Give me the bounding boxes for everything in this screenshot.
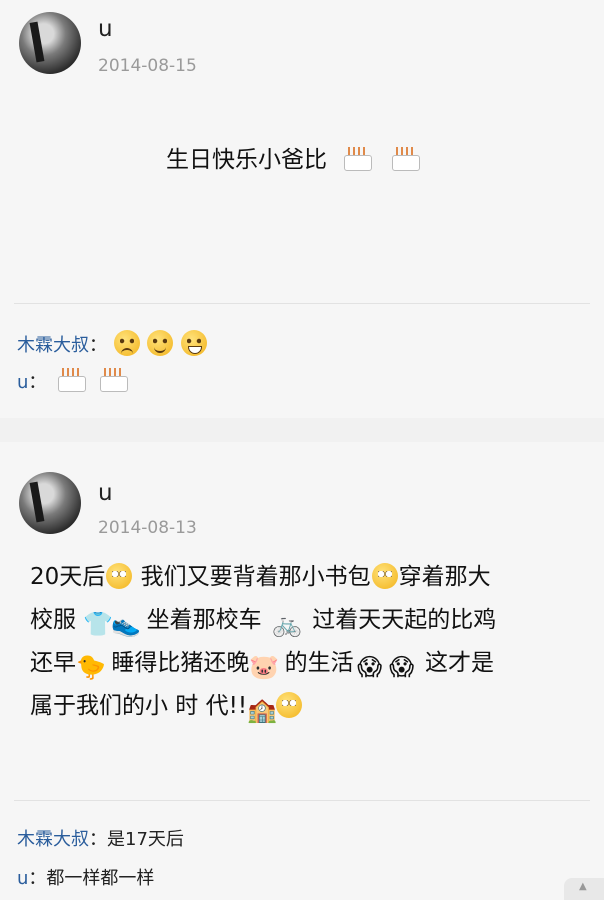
post-text: 的生活 xyxy=(284,650,354,676)
shirt-icon: 👕 xyxy=(83,610,114,638)
scream-face-icon: 😱 xyxy=(389,653,415,681)
comment-separator: ： xyxy=(89,335,107,356)
comment-row[interactable]: 木霖大叔： xyxy=(17,330,208,359)
comment-row[interactable]: u：都一样都一样 xyxy=(17,866,154,892)
commenter-name[interactable]: 木霖大叔 xyxy=(17,829,89,850)
post-content: 20天后 我们又要背着那小书包 穿着那大 校服 👕👟 坐着那校车 🚲 过着天天起的… xyxy=(30,556,590,728)
avatar[interactable] xyxy=(19,472,81,534)
comment-separator: ： xyxy=(28,868,47,889)
commenter-name[interactable]: 木霖大叔 xyxy=(17,335,89,356)
cake-icon xyxy=(342,145,373,173)
building-icon: 🏫 xyxy=(247,696,277,724)
comment-separator: ： xyxy=(89,829,107,850)
commenter-name[interactable]: u xyxy=(17,868,28,889)
scroll-to-top-button[interactable] xyxy=(564,878,604,900)
bicycle-icon: 🚲 xyxy=(271,610,302,638)
post-text: 20天后 xyxy=(30,564,106,590)
post-text: 坐着那校车 xyxy=(146,607,262,633)
post-date: 2014-08-15 xyxy=(98,56,197,76)
cake-icon xyxy=(390,145,420,173)
commenter-name[interactable]: u xyxy=(17,372,28,393)
grinning-face-icon xyxy=(181,330,208,356)
pig-icon: 🐷 xyxy=(249,653,280,681)
username[interactable]: u xyxy=(98,480,113,506)
post-text: 还早 xyxy=(30,650,76,676)
scream-face-icon: 😱 xyxy=(357,653,383,681)
post-text: 这才是 xyxy=(424,650,494,676)
username[interactable]: u xyxy=(98,16,113,42)
smiling-face-icon xyxy=(147,330,174,356)
avatar[interactable] xyxy=(19,12,81,74)
comment-separator: ： xyxy=(28,372,47,393)
comment-row[interactable]: u： xyxy=(17,366,128,396)
post-date: 2014-08-13 xyxy=(98,518,197,538)
post-text: 生日快乐小爸比 xyxy=(166,147,327,173)
post-card[interactable]: u 2014-08-15 生日快乐小爸比 木霖大叔： u： xyxy=(0,0,604,418)
divider xyxy=(14,303,590,304)
comment-text: 是17天后 xyxy=(107,829,184,850)
post-text: 过着天天起的比鸡 xyxy=(312,607,497,633)
cake-icon xyxy=(98,366,128,394)
comment-text: 都一样都一样 xyxy=(46,868,155,889)
flushed-face-icon xyxy=(276,692,303,718)
flushed-face-icon xyxy=(371,563,398,589)
post-content: 生日快乐小爸比 xyxy=(166,139,420,182)
crying-face-icon xyxy=(113,330,140,356)
post-text: 睡得比猪还晚 xyxy=(111,650,250,676)
post-text: 我们又要背着那小书包 xyxy=(140,564,371,590)
post-card[interactable]: u 2014-08-13 20天后 我们又要背着那小书包 穿着那大 校服 👕👟 坐… xyxy=(0,442,604,900)
chick-icon: 🐤 xyxy=(76,653,106,681)
post-text: 穿着那大 xyxy=(398,564,491,590)
post-text: 属于我们的小 时 代!! xyxy=(30,693,248,719)
sneaker-icon: 👟 xyxy=(111,610,142,638)
cake-icon xyxy=(56,366,87,394)
divider xyxy=(14,800,590,801)
comment-row[interactable]: 木霖大叔：是17天后 xyxy=(17,827,184,853)
post-text: 校服 xyxy=(30,607,76,633)
flushed-face-icon xyxy=(106,563,133,589)
